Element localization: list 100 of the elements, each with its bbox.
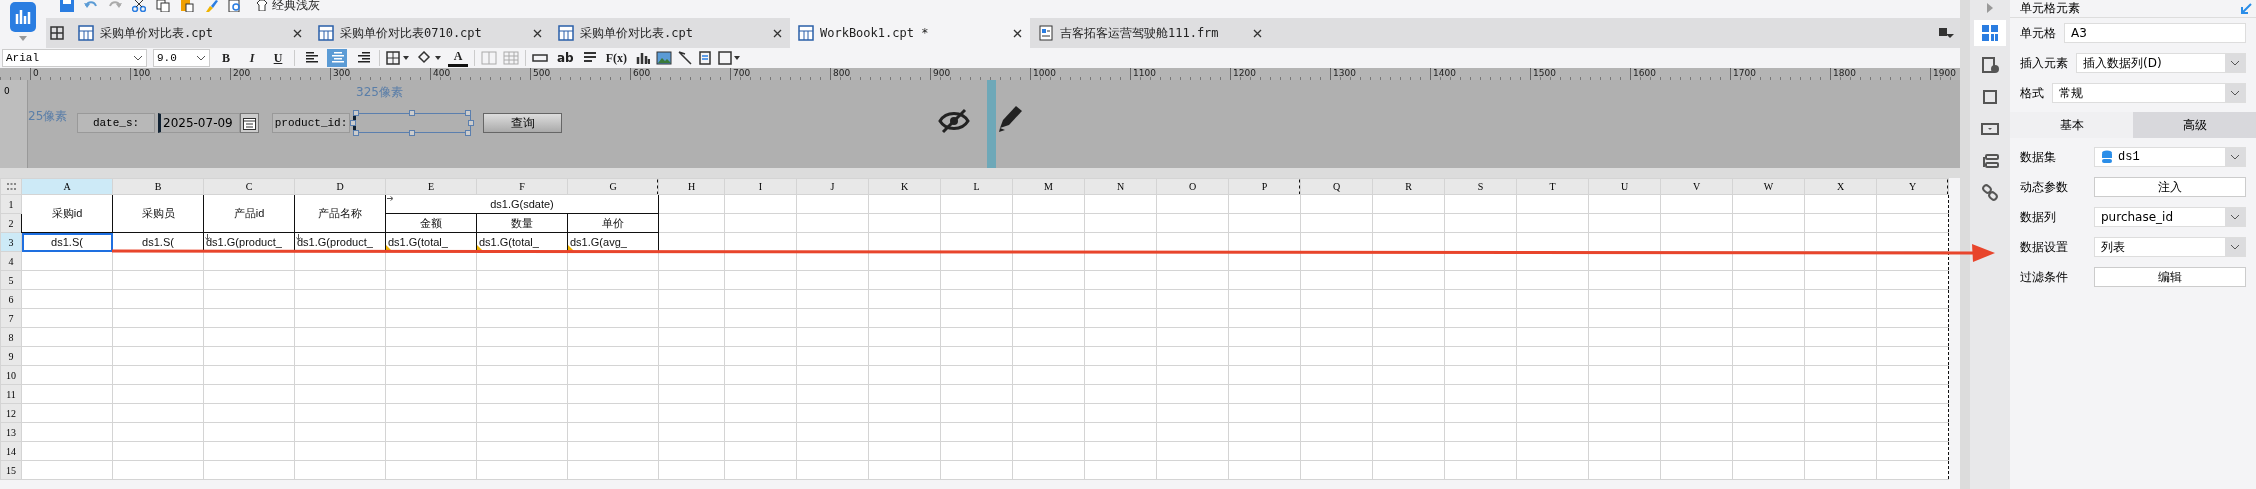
database-icon: [2101, 150, 2113, 164]
undo-icon[interactable]: [84, 0, 98, 10]
file-tab[interactable]: WorkBook1.cpt *: [790, 18, 1030, 48]
column-header[interactable]: E: [385, 178, 477, 195]
caret-icon[interactable]: [19, 36, 27, 41]
select-field[interactable]: 常规: [2052, 83, 2246, 103]
column-header[interactable]: N: [1084, 178, 1157, 195]
column-header[interactable]: A: [21, 178, 113, 195]
close-icon[interactable]: [533, 28, 542, 38]
column-header[interactable]: Q: [1300, 178, 1373, 195]
text-field-icon[interactable]: [532, 51, 548, 65]
line-icon[interactable]: [678, 51, 692, 65]
collapse-arrow-icon[interactable]: [2240, 2, 2252, 15]
formula-cell[interactable]: ds1.G(total_: [476, 232, 568, 252]
cell-input-field[interactable]: A3: [2064, 23, 2246, 43]
formula-cell[interactable]: ds1.G(product_: [294, 232, 386, 252]
column-header[interactable]: L: [940, 178, 1013, 195]
caret-icon: [196, 55, 206, 61]
header-cell: 单价: [567, 213, 659, 233]
column-header[interactable]: O: [1156, 178, 1229, 195]
column-header[interactable]: Y: [1876, 178, 1949, 195]
bar-chart-icon[interactable]: [636, 51, 650, 65]
field-label: 动态参数: [2020, 178, 2069, 196]
caret-icon: [2230, 60, 2240, 66]
column-header[interactable]: W: [1732, 178, 1805, 195]
column-header[interactable]: B: [112, 178, 204, 195]
select-field[interactable]: 列表: [2094, 237, 2246, 257]
resize-handle[interactable]: [409, 110, 415, 116]
calendar-button[interactable]: [240, 113, 259, 133]
column-header[interactable]: G: [567, 178, 659, 195]
header-cell: 数量: [476, 213, 568, 233]
formula-cell[interactable]: ds1.G(total_: [385, 232, 477, 252]
formula-cell[interactable]: ds1.G(avg_: [567, 232, 659, 252]
panel-button[interactable]: 编辑: [2094, 267, 2246, 287]
select-field[interactable]: 插入数据列(D): [2076, 53, 2246, 73]
column-header[interactable]: K: [868, 178, 941, 195]
border-style-icon[interactable]: [718, 51, 742, 65]
column-header[interactable]: V: [1660, 178, 1733, 195]
select-field[interactable]: purchase_id: [2094, 207, 2246, 227]
column-header[interactable]: U: [1588, 178, 1661, 195]
select-all-icon[interactable]: [6, 183, 16, 190]
column-header[interactable]: P: [1228, 178, 1301, 195]
column-header[interactable]: I: [724, 178, 797, 195]
fill-color-icon[interactable]: [416, 51, 442, 65]
date-field[interactable]: 2025-07-09: [158, 113, 240, 133]
text-insert-button[interactable]: ab: [554, 49, 577, 67]
column-header[interactable]: D: [294, 178, 386, 195]
column-header[interactable]: X: [1804, 178, 1877, 195]
app-logo-icon[interactable]: [10, 2, 36, 32]
header-cell: 采购员: [112, 194, 204, 233]
expand-arrow-icon: [387, 196, 394, 201]
panel-tab[interactable]: 高级: [2133, 112, 2256, 138]
report-file-icon: [558, 25, 574, 41]
close-icon[interactable]: [1253, 28, 1262, 38]
formula-cell[interactable]: ds1.S(: [21, 232, 113, 252]
caret-icon: [2230, 90, 2240, 96]
cut-icon[interactable]: [132, 0, 146, 12]
sub-report-icon[interactable]: [698, 51, 712, 65]
field-label: 格式: [2020, 84, 2044, 102]
column-header[interactable]: R: [1372, 178, 1445, 195]
resize-handle[interactable]: [409, 130, 415, 136]
paste-icon[interactable]: [180, 0, 194, 12]
paragraph-icon[interactable]: [582, 51, 597, 65]
caret-icon: [2230, 154, 2240, 160]
column-header[interactable]: S: [1444, 178, 1517, 195]
width-hint: 325像素: [356, 84, 403, 101]
column-header[interactable]: T: [1516, 178, 1589, 195]
underline-button[interactable]: U: [268, 49, 288, 67]
caret-icon: [133, 55, 143, 61]
query-button[interactable]: 查询: [483, 113, 562, 133]
border-icon[interactable]: [386, 51, 410, 65]
copy-icon[interactable]: [156, 0, 170, 12]
close-icon[interactable]: [293, 28, 302, 38]
text-field[interactable]: [353, 113, 471, 133]
panel-tab[interactable]: 基本: [2010, 112, 2133, 138]
column-header[interactable]: F: [476, 178, 568, 195]
caret-icon: [2230, 244, 2240, 250]
ruler: 0 100 200 300 400 500 600 700 800 900 1000 1100 1200 1300 1400 1500 1600 1700 1800 1900: [0, 68, 1960, 80]
close-icon[interactable]: [1013, 28, 1022, 38]
close-icon[interactable]: [773, 28, 782, 38]
formula-button[interactable]: F(x): [602, 49, 630, 67]
font-size-select[interactable]: 9.0: [153, 49, 210, 67]
grid-icon[interactable]: [1974, 20, 2006, 46]
column-header[interactable]: C: [203, 178, 295, 195]
panel-button[interactable]: 注入: [2094, 177, 2246, 197]
preview-icon[interactable]: [228, 0, 242, 12]
field-label: 数据设置: [2020, 238, 2069, 256]
column-header[interactable]: J: [796, 178, 869, 195]
hidden-eye-icon[interactable]: [938, 108, 970, 134]
brush-icon[interactable]: [204, 0, 218, 12]
font-select[interactable]: Arial: [2, 49, 147, 67]
formula-cell[interactable]: ds1.G(product_: [203, 232, 295, 252]
save-icon[interactable]: [60, 0, 74, 12]
field-label: 过滤条件: [2020, 268, 2069, 286]
column-header[interactable]: H: [658, 178, 725, 195]
column-header[interactable]: M: [1012, 178, 1085, 195]
italic-button[interactable]: I: [242, 49, 262, 67]
bold-button[interactable]: B: [216, 49, 236, 67]
group-header-cell: ds1.G(sdate): [385, 194, 659, 214]
dataset-select[interactable]: ds1: [2094, 147, 2246, 167]
